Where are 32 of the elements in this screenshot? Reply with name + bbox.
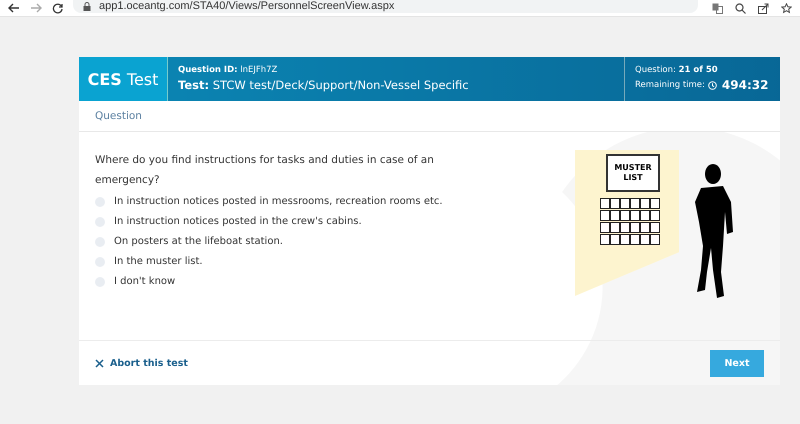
bookmark-star-icon[interactable] bbox=[781, 2, 792, 14]
app-logo-text: CES Test bbox=[88, 70, 158, 88]
answer-label: I don't know bbox=[114, 276, 176, 287]
remaining-time: 494:32 bbox=[722, 78, 768, 92]
remaining-time-label: Remaining time: bbox=[635, 80, 705, 90]
clock-icon bbox=[708, 80, 717, 90]
abort-test-link[interactable]: Abort this test bbox=[95, 358, 188, 368]
muster-list-sign: MUSTER LIST bbox=[606, 154, 660, 192]
answer-option[interactable]: In instruction notices posted in messrooms, recreation rooms etc. bbox=[95, 196, 535, 207]
share-icon[interactable] bbox=[758, 2, 769, 14]
translate-icon[interactable] bbox=[712, 2, 723, 14]
section-title: Question bbox=[95, 110, 142, 122]
question-id: Question ID: lnEJFh7Z bbox=[178, 65, 278, 75]
question-number: Question: 21 of 50 bbox=[635, 65, 718, 75]
answer-label: In instruction notices posted in messrooms, recreation rooms etc. bbox=[114, 196, 443, 207]
question-text: Where do you find instructions for tasks and duties in case of an emergency? bbox=[95, 153, 435, 188]
answer-label: In instruction notices posted in the crew's cabins. bbox=[114, 216, 362, 227]
back-icon[interactable] bbox=[8, 3, 20, 13]
answer-label: In the muster list. bbox=[114, 256, 203, 267]
notice-grid-drawing bbox=[600, 198, 659, 245]
answer-label: On posters at the lifeboat station. bbox=[114, 236, 283, 247]
close-icon bbox=[95, 358, 104, 368]
answer-option[interactable]: On posters at the lifeboat station. bbox=[95, 236, 535, 247]
lock-icon bbox=[83, 2, 91, 10]
answer-option[interactable]: I don't know bbox=[95, 276, 535, 287]
answer-option[interactable]: In instruction notices posted in the crew's cabins. bbox=[95, 216, 535, 227]
test-name: Test: STCW test/Deck/Support/Non-Vessel Specific bbox=[178, 78, 470, 92]
answer-option[interactable]: In the muster list. bbox=[95, 256, 535, 267]
forward-icon[interactable] bbox=[30, 3, 42, 13]
address-bar[interactable]: app1.oceantg.com/STA40/Views/PersonnelScreenView.aspx bbox=[73, 0, 698, 13]
reload-icon[interactable] bbox=[52, 2, 63, 14]
zoom-icon[interactable] bbox=[735, 2, 746, 14]
